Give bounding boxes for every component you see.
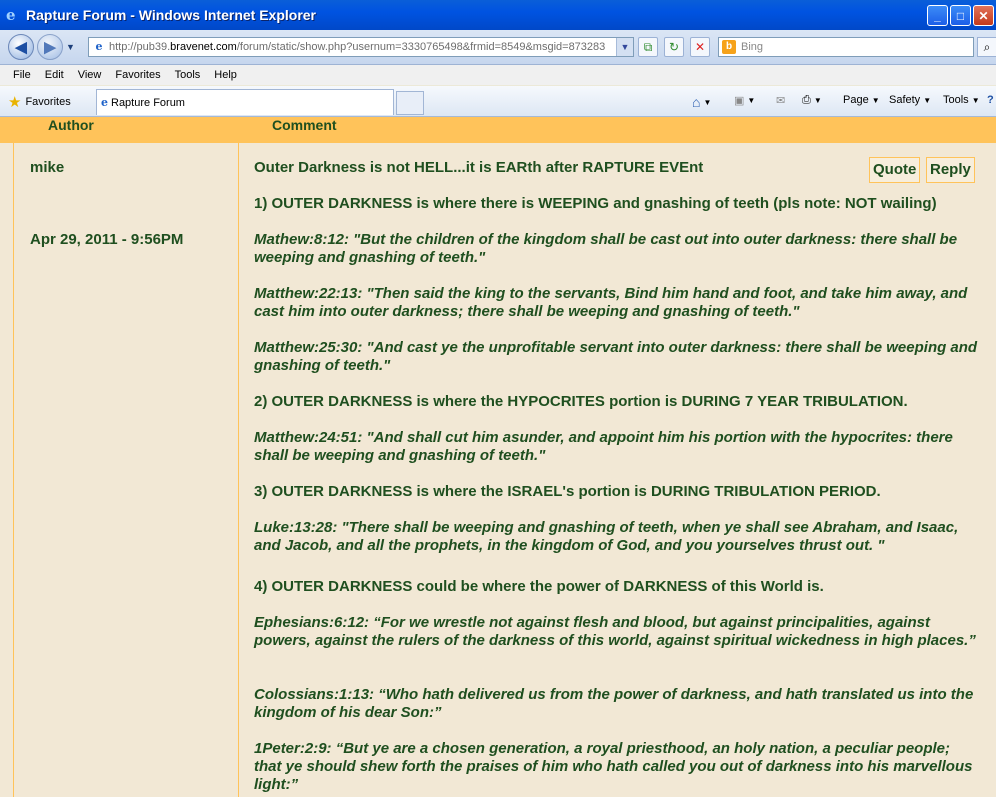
post-paragraph: Ephesians:6:12: “For we wrestle not agai… bbox=[254, 614, 976, 649]
post-paragraph: Colossians:1:13: “Who hath delivered us … bbox=[254, 686, 974, 721]
home-button[interactable]: ⌂ ▼ bbox=[692, 94, 711, 110]
comment-column-header: Comment bbox=[272, 117, 337, 133]
search-icon: ⌕ bbox=[983, 40, 991, 54]
url-path: /forum/static/show.php?usernum=333076549… bbox=[236, 41, 606, 53]
mail-icon: ✉ bbox=[776, 95, 786, 107]
maximize-button[interactable]: □ bbox=[950, 5, 971, 26]
address-input[interactable]: e http://pub39.bravenet.com/forum/static/… bbox=[88, 37, 634, 57]
help-button[interactable]: ? bbox=[987, 94, 994, 106]
post-paragraph: Mathew:8:12: "But the children of the ki… bbox=[254, 231, 958, 266]
tools-menu-label: Tools bbox=[943, 94, 969, 106]
history-dropdown-icon[interactable]: ▼ bbox=[66, 42, 75, 52]
post-paragraph: 1) OUTER DARKNESS is where there is WEEP… bbox=[254, 195, 937, 212]
menu-help[interactable]: Help bbox=[207, 69, 244, 81]
home-dropdown-icon: ▼ bbox=[703, 97, 712, 107]
stop-icon: ✕ bbox=[694, 40, 706, 54]
stop-button[interactable]: ✕ bbox=[690, 37, 710, 57]
tab-bar: ★ Favorites e Rapture Forum ⌂ ▼ ▣ ▼ ✉ ⎙ ▼ P… bbox=[0, 86, 996, 117]
page-menu-button[interactable]: Page ▼ bbox=[843, 94, 880, 106]
forward-arrow-icon: ▶ bbox=[44, 39, 56, 56]
post-paragraph: 4) OUTER DARKNESS could be where the pow… bbox=[254, 578, 824, 595]
safety-dropdown-icon: ▼ bbox=[923, 95, 932, 105]
close-button[interactable]: ✕ bbox=[973, 5, 994, 26]
tools-menu-button[interactable]: Tools ▼ bbox=[943, 94, 980, 106]
favorites-label: Favorites bbox=[25, 96, 71, 108]
back-button[interactable]: ◀ bbox=[8, 34, 34, 60]
rss-icon: ▣ bbox=[734, 95, 745, 107]
refresh-icon: ↻ bbox=[668, 40, 680, 54]
post-paragraph: Matthew:24:51: "And shall cut him asunde… bbox=[254, 429, 953, 464]
window-titlebar: e Rapture Forum - Windows Internet Explo… bbox=[0, 0, 996, 30]
new-tab-button[interactable] bbox=[396, 91, 424, 115]
column-divider bbox=[238, 117, 239, 797]
post-paragraph: Matthew:22:13: "Then said the king to th… bbox=[254, 285, 968, 320]
feeds-dropdown-icon: ▼ bbox=[747, 96, 756, 105]
help-icon: ? bbox=[987, 94, 994, 106]
post-paragraph: 2) OUTER DARKNESS is where the HYPOCRITE… bbox=[254, 393, 908, 410]
left-divider bbox=[13, 117, 14, 797]
mail-button[interactable]: ✉ bbox=[776, 94, 785, 107]
bing-icon: b bbox=[722, 40, 736, 54]
tab-rapture-forum[interactable]: e Rapture Forum bbox=[96, 89, 394, 115]
header-divider bbox=[0, 141, 996, 143]
safety-menu-button[interactable]: Safety ▼ bbox=[889, 94, 931, 106]
url-prefix: http://pub39. bbox=[109, 41, 171, 53]
page-content: Author Comment mike Apr 29, 2011 - 9:56P… bbox=[0, 117, 996, 797]
tab-page-icon: e bbox=[101, 96, 108, 109]
table-header: Author Comment bbox=[0, 117, 996, 141]
address-dropdown-icon[interactable]: ▼ bbox=[616, 38, 633, 56]
search-input[interactable]: b Bing bbox=[718, 37, 974, 57]
author-column-header: Author bbox=[48, 117, 94, 133]
menu-view[interactable]: View bbox=[71, 69, 109, 81]
page-icon: e bbox=[95, 40, 103, 53]
refresh-button[interactable]: ↻ bbox=[664, 37, 684, 57]
search-button[interactable]: ⌕ bbox=[977, 37, 996, 57]
favorites-button[interactable]: ★ Favorites bbox=[8, 93, 71, 111]
address-toolbar: ◀ ▶ ▼ e http://pub39.bravenet.com/forum/s… bbox=[0, 30, 996, 65]
page-dropdown-icon: ▼ bbox=[871, 95, 880, 105]
page-menu-label: Page bbox=[843, 94, 869, 106]
window-title: Rapture Forum - Windows Internet Explore… bbox=[26, 7, 317, 23]
post-date: Apr 29, 2011 - 9:56PM bbox=[30, 231, 184, 248]
menu-tools[interactable]: Tools bbox=[168, 69, 208, 81]
post-paragraph: Matthew:25:30: "And cast ye the unprofit… bbox=[254, 339, 978, 374]
print-dropdown-icon: ▼ bbox=[813, 96, 822, 105]
post-paragraph: 3) OUTER DARKNESS is where the ISRAEL's … bbox=[254, 483, 881, 500]
safety-menu-label: Safety bbox=[889, 94, 921, 106]
menu-edit[interactable]: Edit bbox=[38, 69, 71, 81]
post-paragraph: Luke:13:28: "There shall be weeping and … bbox=[254, 519, 959, 554]
print-button[interactable]: ⎙ ▼ bbox=[802, 94, 822, 107]
ie-logo-icon: e bbox=[6, 6, 16, 24]
compatibility-view-button[interactable]: ⧉ bbox=[638, 37, 658, 57]
menu-bar: File Edit View Favorites Tools Help bbox=[0, 65, 996, 85]
post-paragraph: 1Peter:2:9: “But ye are a chosen generat… bbox=[254, 740, 973, 793]
home-icon: ⌂ bbox=[692, 94, 701, 110]
search-placeholder: Bing bbox=[741, 41, 764, 53]
back-arrow-icon: ◀ bbox=[15, 39, 27, 56]
minimize-button[interactable]: _ bbox=[927, 5, 948, 26]
tools-dropdown-icon: ▼ bbox=[971, 95, 980, 105]
print-icon: ⎙ bbox=[802, 94, 811, 106]
favorites-star-icon: ★ bbox=[8, 94, 22, 111]
tab-label: Rapture Forum bbox=[111, 96, 185, 109]
compatibility-icon: ⧉ bbox=[643, 39, 653, 54]
forward-button[interactable]: ▶ bbox=[37, 34, 63, 60]
menu-favorites[interactable]: Favorites bbox=[108, 69, 167, 81]
window-controls: _ □ ✕ bbox=[927, 5, 994, 26]
feeds-button[interactable]: ▣ ▼ bbox=[734, 94, 755, 107]
post-subject: Outer Darkness is not HELL...it is EARth… bbox=[254, 159, 704, 176]
menu-file[interactable]: File bbox=[0, 69, 38, 81]
post-author[interactable]: mike bbox=[30, 159, 64, 176]
url-host: bravenet.com bbox=[170, 41, 237, 53]
